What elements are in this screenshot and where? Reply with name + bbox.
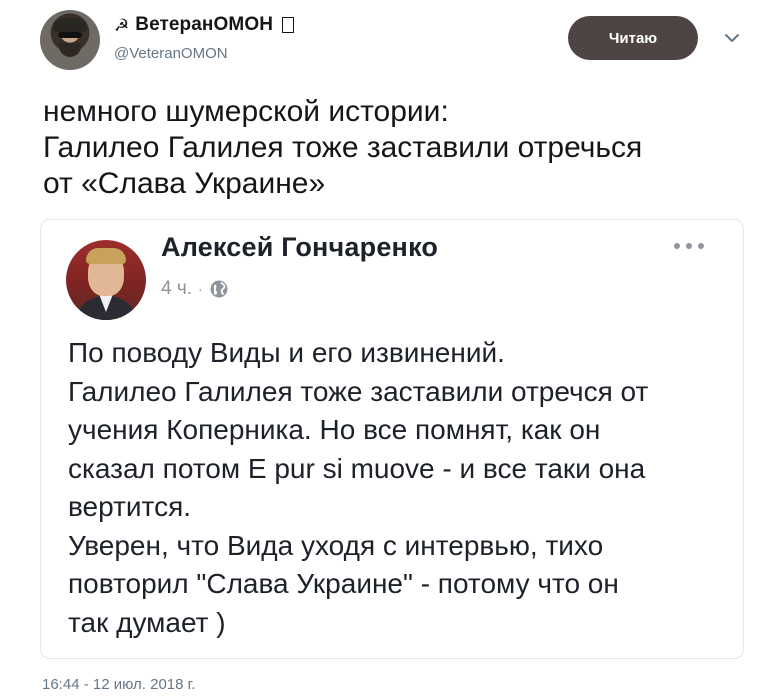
author-avatar[interactable] bbox=[40, 10, 100, 70]
author-name-row[interactable]: ☭ ВетеранОМОН bbox=[114, 13, 295, 37]
tweet-text: немного шумерской истории: Галилео Галил… bbox=[43, 95, 643, 200]
more-dots-icon[interactable] bbox=[671, 240, 707, 252]
tweet-header: ☭ ВетеранОМОН @VeteranOMON Читаю bbox=[0, 0, 774, 80]
avatar-beard bbox=[59, 43, 81, 57]
tweet-timestamp[interactable]: 16:44 - 12 июл. 2018 г. bbox=[42, 676, 195, 693]
author-display-name[interactable]: ВетеранОМОН bbox=[135, 14, 273, 36]
missing-glyph-icon bbox=[282, 17, 295, 33]
embedded-post-card[interactable]: Алексей Гончаренко 4 ч. · По поводу Виды… bbox=[40, 219, 744, 659]
author-handle[interactable]: @VeteranOMON bbox=[114, 45, 228, 62]
globe-icon bbox=[210, 280, 228, 298]
hammer-sickle-icon: ☭ bbox=[114, 15, 130, 35]
post-meta: 4 ч. · bbox=[161, 278, 229, 300]
follow-button[interactable]: Читаю bbox=[568, 16, 698, 60]
post-body-text: По поводу Виды и его извинений. Галилео … bbox=[68, 337, 649, 638]
meta-separator: · bbox=[198, 281, 203, 297]
avatar-hair bbox=[86, 248, 126, 264]
avatar-cap bbox=[53, 18, 87, 32]
post-time[interactable]: 4 ч. bbox=[161, 278, 192, 300]
post-author-name[interactable]: Алексей Гончаренко bbox=[161, 232, 438, 263]
post-author-avatar[interactable] bbox=[66, 240, 146, 320]
chevron-down-icon[interactable] bbox=[722, 28, 742, 48]
avatar-glasses bbox=[58, 32, 82, 38]
